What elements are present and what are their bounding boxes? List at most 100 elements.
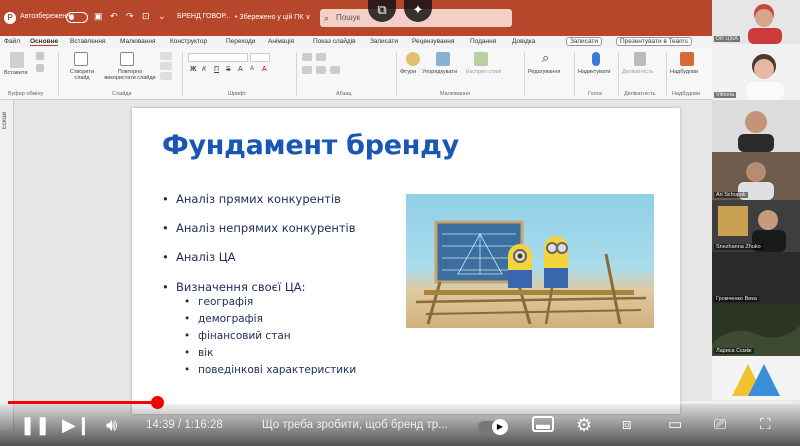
video-title[interactable]: Що треба зробити, щоб бренд тр... (262, 419, 448, 431)
reuse-slides-icon[interactable] (120, 52, 134, 66)
powerpoint-logo-icon: P (4, 12, 16, 24)
document-name[interactable]: БРЕНД ГОВОР... (177, 13, 231, 20)
record-button[interactable]: Записати (566, 37, 603, 46)
autosave-toggle[interactable] (66, 12, 88, 23)
tab-slideshow[interactable]: Показ слайдів (313, 38, 356, 45)
tab-transitions[interactable]: Переходи (226, 38, 255, 45)
font-grow-icon[interactable]: A (238, 66, 243, 73)
participant-tile[interactable]: Ari Schupak (712, 152, 800, 200)
participant-tile[interactable]: Лариса Сєміж (712, 304, 800, 356)
tab-draw[interactable]: Малювання (120, 38, 155, 45)
reset-icon[interactable] (160, 62, 172, 70)
tab-view[interactable]: Подання (470, 38, 496, 45)
paste-label: Вставити (4, 70, 28, 76)
participants-panel: DR ЦІКА Viktoria Ari Schupak Snezhanna Z… (712, 0, 800, 400)
participant-name: Лариса Сєміж (714, 348, 754, 354)
microphone-icon[interactable] (592, 52, 600, 66)
font-shrink-icon[interactable]: A (250, 66, 254, 72)
ribbon-separator (296, 52, 297, 96)
editing-icon[interactable]: ⌕ (542, 50, 549, 66)
tab-animations[interactable]: Анімація (268, 38, 294, 45)
section-icon[interactable] (160, 72, 172, 80)
participant-tile[interactable]: Громченко Вика (712, 252, 800, 304)
align-left-icon[interactable] (302, 66, 312, 74)
tab-review[interactable]: Рецензування (412, 38, 454, 45)
tab-file[interactable]: Файл (4, 38, 20, 45)
channel-logo (712, 356, 800, 400)
redo-icon[interactable]: ↷ (126, 11, 134, 22)
ribbon-home: Вставити Буфер обміну Створити слайд Пов… (0, 48, 712, 100)
layout-icon[interactable] (160, 52, 172, 60)
paste-icon[interactable] (10, 52, 24, 68)
participant-tile[interactable]: Snezhanna Zhuko (712, 200, 800, 252)
tab-help[interactable]: Довідка (512, 38, 535, 45)
bullets-icon[interactable] (302, 53, 312, 61)
participant-name: Snezhanna Zhuko (714, 244, 763, 250)
font-color-icon[interactable]: A (262, 66, 267, 73)
ribbon-separator (574, 52, 575, 96)
slide[interactable]: Фундамент бренду Аналіз прямих конкурент… (132, 108, 680, 414)
quick-styles-label: Експрес-стилі (466, 69, 502, 75)
settings-icon[interactable]: ⚙ (576, 414, 592, 436)
bullet-item: Визначення своєї ЦА: (162, 280, 305, 294)
new-slide-icon[interactable] (74, 52, 88, 66)
video-frame[interactable]: P Автозбереження ▣ ↶ ↷ ⊡ ⌄ БРЕНД ГОВОР..… (0, 0, 800, 446)
participant-name: Viktoria (714, 92, 737, 98)
subtitles-icon[interactable]: ▬ (532, 416, 554, 432)
autoplay-toggle[interactable]: ▶ (478, 419, 508, 435)
customize-qa-icon[interactable]: ⌄ (158, 11, 166, 22)
cast-icon[interactable]: ⎚ (714, 414, 726, 436)
ribbon-separator (396, 52, 397, 96)
participant-tile[interactable] (712, 100, 800, 152)
present-in-teams-button[interactable]: Презентувати в Teams (616, 37, 692, 46)
save-status[interactable]: • Збережено у цій ПК ∨ (235, 13, 310, 21)
fullscreen-icon[interactable]: ⛶ (760, 414, 771, 436)
ribbon-separator (524, 52, 525, 96)
minions-blueprint-image (406, 194, 654, 328)
shapes-icon[interactable] (406, 52, 420, 66)
copy-icon[interactable] (36, 64, 44, 72)
player-controls: ❚❚ ▶❙ 🔊︎ 14:39 / 1:16:28 Що треба зробит… (0, 404, 800, 446)
ribbon-tabs: Файл Основне Вставлення Малювання Констр… (0, 36, 712, 48)
quick-styles-icon[interactable] (474, 52, 488, 66)
next-icon[interactable]: ▶❙ (62, 414, 91, 436)
sensitivity-icon[interactable] (634, 52, 646, 66)
addins-icon[interactable] (680, 52, 694, 66)
participant-name: DR ЦІКА (714, 36, 740, 42)
editing-label: Редагування (528, 69, 561, 75)
time-display: 14:39 / 1:16:28 (146, 419, 223, 431)
participant-tile[interactable]: Viktoria (712, 44, 800, 100)
cut-icon[interactable] (36, 52, 44, 60)
strikethrough-icon[interactable]: S (226, 66, 231, 73)
group-font: Шрифт (228, 91, 247, 97)
tab-insert[interactable]: Вставлення (70, 38, 106, 45)
thumbnails-pane[interactable]: Ескізи (0, 100, 14, 430)
tab-design[interactable]: Конструктор (170, 38, 207, 45)
theater-icon[interactable]: ▭ (668, 414, 682, 436)
italic-icon[interactable]: К (202, 66, 206, 73)
numbering-icon[interactable] (316, 53, 326, 61)
participant-tile[interactable]: DR ЦІКА (712, 0, 800, 44)
miniplayer-icon[interactable]: ⧈ (622, 414, 632, 436)
bold-icon[interactable]: Ж (190, 66, 196, 73)
presenter-icon[interactable]: ⊡ (142, 11, 150, 22)
align-right-icon[interactable] (330, 66, 340, 74)
group-drawing: Малювання (440, 91, 471, 97)
arrange-icon[interactable] (436, 52, 450, 66)
tab-record[interactable]: Записати (370, 38, 398, 45)
volume-icon[interactable]: 🔊︎ (106, 414, 117, 436)
group-voice: Голос (588, 91, 603, 97)
dictate-label: Надиктувати (578, 69, 611, 75)
shapes-label: Фігури (400, 69, 417, 75)
save-icon[interactable]: ▣ (94, 11, 103, 22)
undo-icon[interactable]: ↶ (110, 11, 118, 22)
underline-icon[interactable]: П (214, 66, 219, 73)
font-name-select[interactable] (188, 53, 248, 62)
align-center-icon[interactable] (316, 66, 326, 74)
pause-icon[interactable]: ❚❚ (20, 414, 50, 436)
tab-home[interactable]: Основне (30, 38, 59, 46)
thumbnails-label: Ескізи (2, 112, 8, 129)
arrange-label: Упорядкувати (422, 69, 458, 75)
bullet-item: Аналіз непрямих конкурентів (162, 221, 355, 235)
font-size-select[interactable] (250, 53, 270, 62)
